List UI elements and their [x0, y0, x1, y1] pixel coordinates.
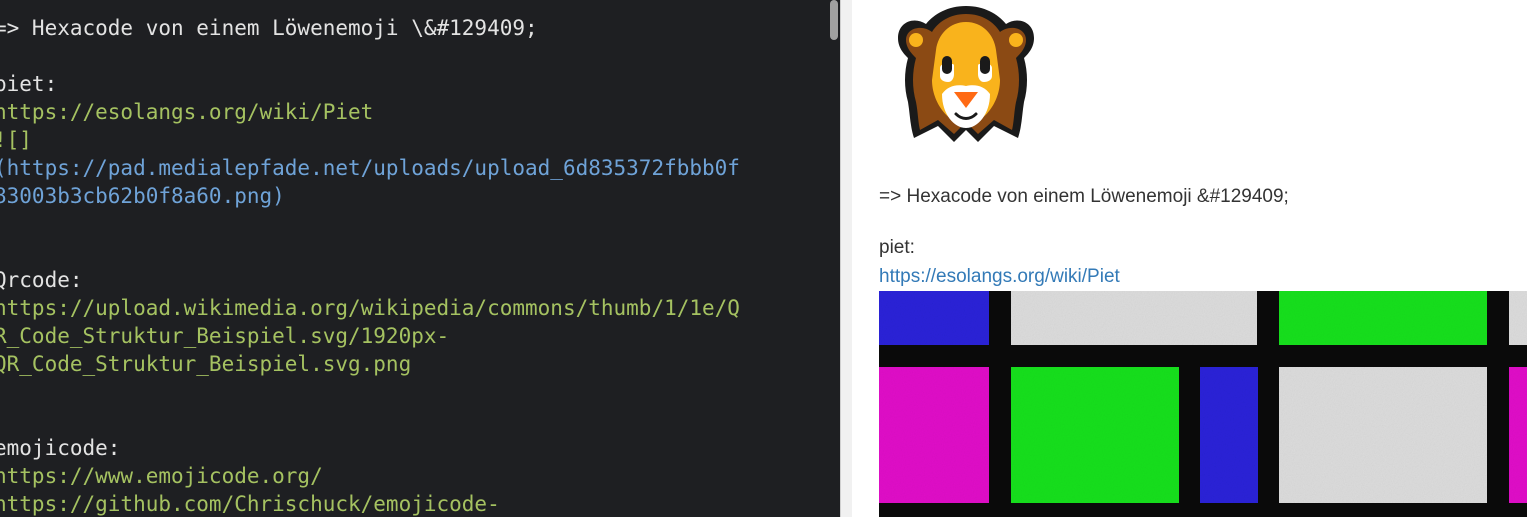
editor-line-3[interactable]: piet:: [0, 70, 57, 98]
editor-line-1[interactable]: => Hexacode von einem Löwenemoji \&#1294…: [0, 14, 538, 42]
editor-line-16[interactable]: emojicode:: [0, 434, 120, 462]
editor-scrollbar-thumb[interactable]: [830, 0, 838, 40]
editor-line-5[interactable]: ![]: [0, 126, 32, 154]
piet-label: piet:: [879, 237, 915, 258]
piet-program-image: [879, 291, 1527, 517]
editor-line-18[interactable]: https://github.com/Chrischuck/emojicode-: [0, 490, 500, 517]
editor-line-6[interactable]: (https://pad.medialepfade.net/uploads/up…: [0, 154, 740, 182]
editor-line-7[interactable]: 83003b3cb62b0f8a60.png): [0, 182, 285, 210]
editor-line-13[interactable]: QR_Code_Struktur_Beispiel.svg.png: [0, 350, 411, 378]
editor-line-11[interactable]: https://upload.wikimedia.org/wikipedia/c…: [0, 294, 740, 322]
editor-line-12[interactable]: R_Code_Struktur_Beispiel.svg/1920px-: [0, 322, 449, 350]
piet-link[interactable]: https://esolangs.org/wiki/Piet: [879, 265, 1120, 289]
editor-line-10[interactable]: Qrcode:: [0, 266, 83, 294]
markdown-editor[interactable]: => Hexacode von einem Löwenemoji \&#1294…: [0, 0, 840, 517]
markdown-preview: => Hexacode von einem Löwenemoji &#12940…: [852, 0, 1527, 517]
hexacode-paragraph: => Hexacode von einem Löwenemoji &#12940…: [879, 186, 1289, 207]
lion-face-emoji-icon: [898, 6, 1034, 142]
editor-line-4[interactable]: https://esolangs.org/wiki/Piet: [0, 98, 373, 126]
editor-line-17[interactable]: https://www.emojicode.org/: [0, 462, 323, 490]
